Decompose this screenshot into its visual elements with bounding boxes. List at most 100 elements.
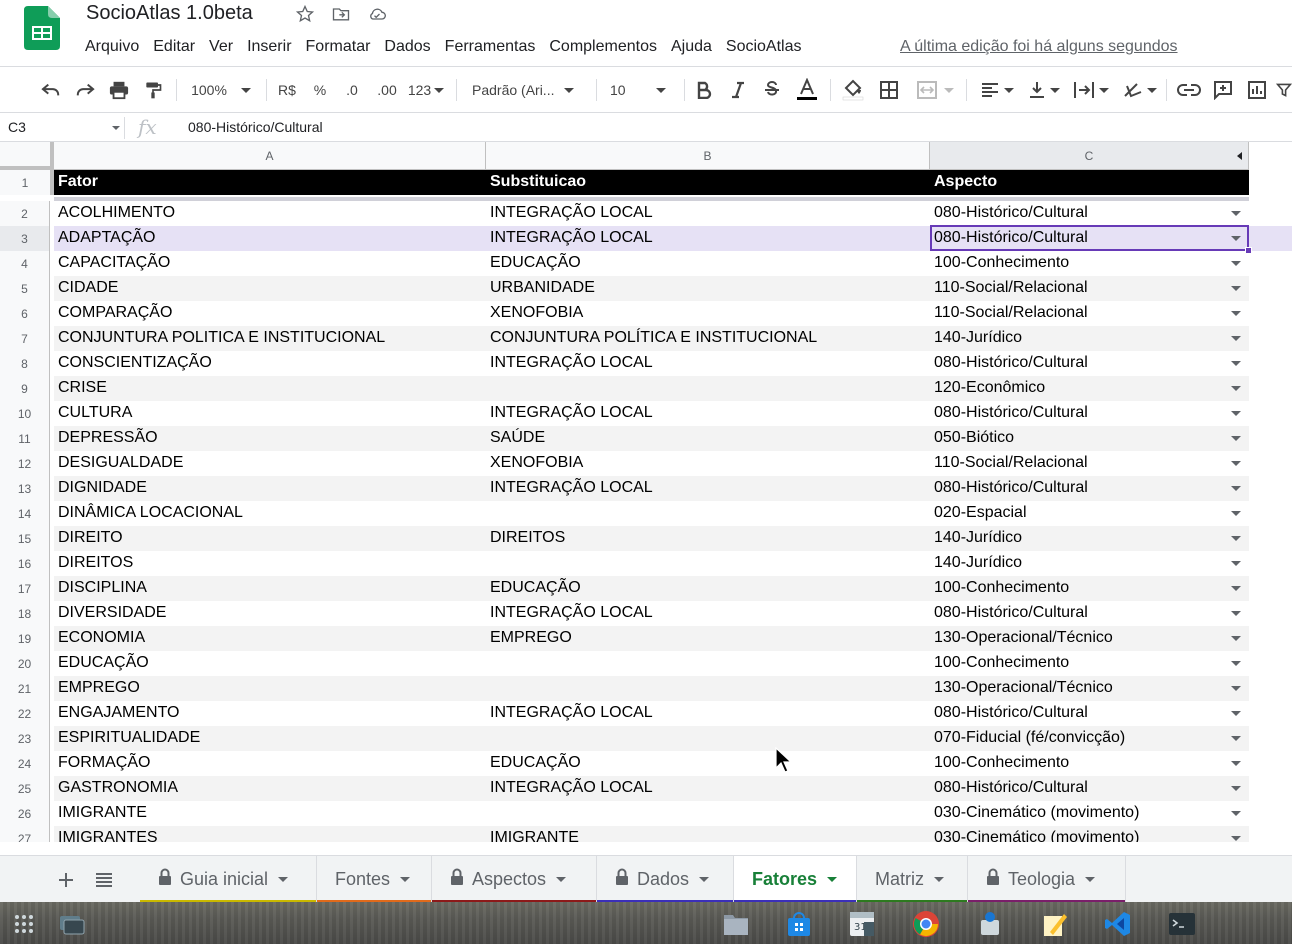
cell-fator[interactable]: COMPARAÇÃO <box>54 301 486 326</box>
row-number[interactable]: 16 <box>0 551 50 576</box>
cell-fator[interactable]: DESIGUALDADE <box>54 451 486 476</box>
header-cell-fator[interactable]: Fator <box>54 170 486 195</box>
dropdown-arrow-icon[interactable] <box>1231 611 1241 616</box>
select-all-corner[interactable] <box>0 142 54 170</box>
row-number[interactable]: 7 <box>0 326 50 351</box>
cell-aspecto-dropdown[interactable]: 080-Histórico/Cultural <box>930 476 1249 501</box>
cell-aspecto-dropdown[interactable]: 120-Econômico <box>930 376 1249 401</box>
cell-fator[interactable]: GASTRONOMIA <box>54 776 486 801</box>
zoom-select[interactable]: 100% <box>186 77 256 103</box>
dropdown-arrow-icon[interactable] <box>1231 386 1241 391</box>
row-number[interactable]: 6 <box>0 301 50 326</box>
row-number[interactable]: 10 <box>0 401 50 426</box>
cell-aspecto-dropdown[interactable]: 030-Cinemático (movimento) <box>930 826 1249 842</box>
dropdown-arrow-icon[interactable] <box>1231 761 1241 766</box>
header-cell-substituicao[interactable]: Substituicao <box>486 170 930 195</box>
row-number[interactable]: 20 <box>0 651 50 676</box>
cell-substituicao[interactable]: INTEGRAÇÃO LOCAL <box>486 401 930 426</box>
cell-aspecto-dropdown[interactable]: 110-Social/Relacional <box>930 451 1249 476</box>
menu-ajuda[interactable]: Ajuda <box>664 36 719 60</box>
cell-fator[interactable]: CAPACITAÇÃO <box>54 251 486 276</box>
cell-aspecto-dropdown[interactable]: 100-Conhecimento <box>930 751 1249 776</box>
column-header-b[interactable]: B <box>486 142 930 170</box>
cell-substituicao[interactable]: INTEGRAÇÃO LOCAL <box>486 226 930 251</box>
increase-decimal-button[interactable]: .00 <box>372 77 402 103</box>
cell-fator[interactable]: IMIGRANTE <box>54 801 486 826</box>
cell-fator[interactable]: ACOLHIMENTO <box>54 201 486 226</box>
paint-format-icon[interactable] <box>140 77 166 103</box>
fill-handle[interactable] <box>1245 247 1252 254</box>
percent-button[interactable]: % <box>308 77 332 103</box>
formula-input[interactable]: 080-Histórico/Cultural <box>188 119 323 135</box>
cell-fator[interactable]: EMPREGO <box>54 676 486 701</box>
undo-icon[interactable] <box>38 77 64 103</box>
row-number[interactable]: 18 <box>0 601 50 626</box>
row-number[interactable]: 5 <box>0 276 50 301</box>
sheet-tab[interactable]: Teologia <box>968 856 1126 903</box>
row-number[interactable]: 13 <box>0 476 50 501</box>
dropdown-arrow-icon[interactable] <box>1231 836 1241 841</box>
row-number[interactable]: 12 <box>0 451 50 476</box>
document-title[interactable]: SocioAtlas 1.0beta <box>86 2 253 25</box>
dropdown-arrow-icon[interactable] <box>1231 736 1241 741</box>
sheets-logo-icon[interactable] <box>24 6 60 50</box>
filter-icon[interactable] <box>1276 77 1292 103</box>
cell-substituicao[interactable]: INTEGRAÇÃO LOCAL <box>486 776 930 801</box>
dropdown-arrow-icon[interactable] <box>1231 336 1241 341</box>
tab-menu-caret-icon[interactable] <box>934 877 944 882</box>
italic-icon[interactable] <box>726 77 750 103</box>
cell-fator[interactable]: DEPRESSÃO <box>54 426 486 451</box>
package-icon[interactable] <box>976 910 1004 938</box>
cell-aspecto-dropdown[interactable]: 140-Jurídico <box>930 326 1249 351</box>
row-number[interactable]: 1 <box>0 170 54 195</box>
redo-icon[interactable] <box>72 77 98 103</box>
tab-menu-caret-icon[interactable] <box>278 877 289 882</box>
dropdown-arrow-icon[interactable] <box>1231 711 1241 716</box>
cell-aspecto-dropdown[interactable]: 100-Conhecimento <box>930 651 1249 676</box>
cell-substituicao[interactable]: INTEGRAÇÃO LOCAL <box>486 701 930 726</box>
insert-link-icon[interactable] <box>1176 77 1202 103</box>
cell-aspecto-dropdown[interactable]: 140-Jurídico <box>930 526 1249 551</box>
cell-fator[interactable]: CONJUNTURA POLITICA E INSTITUCIONAL <box>54 326 486 351</box>
dropdown-arrow-icon[interactable] <box>1231 261 1241 266</box>
cell-aspecto-dropdown[interactable]: 080-Histórico/Cultural <box>930 776 1249 801</box>
cell-aspecto-dropdown[interactable]: 100-Conhecimento <box>930 576 1249 601</box>
cell-fator[interactable]: CULTURA <box>54 401 486 426</box>
move-to-folder-icon[interactable] <box>330 3 352 25</box>
menu-complementos[interactable]: Complementos <box>542 36 664 60</box>
text-color-icon[interactable] <box>794 77 820 103</box>
vscode-icon[interactable] <box>1104 910 1132 938</box>
cell-substituicao[interactable] <box>486 651 930 676</box>
cell-aspecto-dropdown[interactable]: 110-Social/Relacional <box>930 276 1249 301</box>
menu-formatar[interactable]: Formatar <box>299 36 378 60</box>
cell-aspecto-dropdown[interactable]: 030-Cinemático (movimento) <box>930 801 1249 826</box>
cell-fator[interactable]: DINÂMICA LOCACIONAL <box>54 501 486 526</box>
dropdown-arrow-icon[interactable] <box>1231 561 1241 566</box>
dropdown-arrow-icon[interactable] <box>1231 311 1241 316</box>
menu-socioatlas[interactable]: SocioAtlas <box>719 36 809 60</box>
row-number[interactable]: 27 <box>0 826 50 842</box>
dropdown-arrow-icon[interactable] <box>1231 636 1241 641</box>
tab-menu-caret-icon[interactable] <box>400 877 411 882</box>
vertical-align-icon[interactable] <box>1024 77 1064 103</box>
add-sheet-icon[interactable] <box>54 868 78 892</box>
row-number[interactable]: 11 <box>0 426 50 451</box>
dropdown-arrow-icon[interactable] <box>1231 436 1241 441</box>
dropdown-arrow-icon[interactable] <box>1231 586 1241 591</box>
bold-icon[interactable] <box>692 77 716 103</box>
cell-substituicao[interactable]: CONJUNTURA POLÍTICA E INSTITUCIONAL <box>486 326 930 351</box>
cell-aspecto-dropdown[interactable]: 050-Biótico <box>930 426 1249 451</box>
row-number[interactable]: 26 <box>0 801 50 826</box>
cell-substituicao[interactable]: INTEGRAÇÃO LOCAL <box>486 351 930 376</box>
menu-dados[interactable]: Dados <box>377 36 437 60</box>
text-wrapping-icon[interactable] <box>1070 77 1112 103</box>
row-number[interactable]: 21 <box>0 676 50 701</box>
cell-substituicao[interactable]: IMIGRANTE <box>486 826 930 842</box>
launcher-icon[interactable] <box>10 910 38 938</box>
cell-aspecto-dropdown[interactable]: 080-Histórico/Cultural <box>930 351 1249 376</box>
cell-substituicao[interactable]: SAÚDE <box>486 426 930 451</box>
cloud-saved-icon[interactable] <box>366 3 388 25</box>
borders-icon[interactable] <box>876 77 902 103</box>
cell-fator[interactable]: FORMAÇÃO <box>54 751 486 776</box>
row-number[interactable]: 19 <box>0 626 50 651</box>
